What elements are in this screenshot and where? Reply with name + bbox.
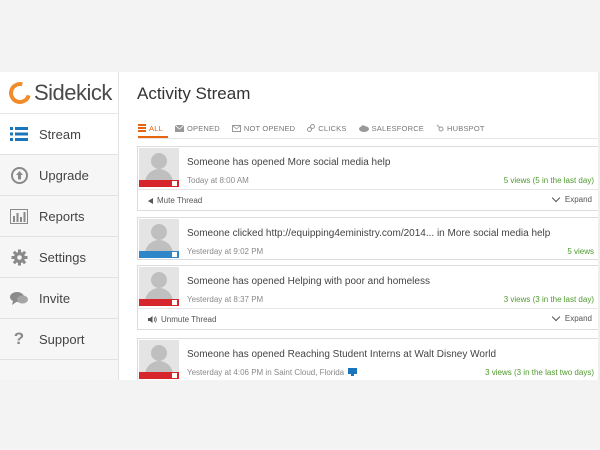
view-count: 3 views (3 in the last two days) (485, 368, 594, 377)
status-bar (139, 299, 179, 306)
envelope-icon (174, 124, 184, 132)
tab-label: CLICKS (318, 123, 347, 133)
event-text: Someone has opened Helping with poor and… (187, 276, 430, 287)
logo-text: Sidekick (34, 79, 112, 105)
tab-all[interactable]: ALL (138, 121, 163, 135)
tab-clicks[interactable]: CLICKS (307, 121, 346, 135)
sidebar-item-label: Settings (39, 249, 86, 265)
sidebar-item-label: Reports (39, 208, 85, 224)
event-actor: Someone (187, 276, 230, 287)
tab-label: OPENED (186, 123, 220, 133)
card-footer: Unmute Thread Expand (138, 308, 598, 328)
event-time: Yesterday at 4:06 PM in Saint Cloud, Flo… (187, 368, 358, 377)
tab-label: ALL (149, 123, 163, 133)
upgrade-icon (10, 166, 28, 184)
expand-label: Expand (564, 195, 592, 204)
unmute-thread-button[interactable]: Unmute Thread (148, 315, 216, 324)
stream-card: Someone clicked http://equipping4eminist… (137, 217, 599, 260)
view-count: 5 views (567, 247, 594, 256)
cloud-icon (358, 124, 369, 132)
event-time: Yesterday at 9:02 PM (187, 247, 264, 256)
mute-thread-button[interactable]: Mute Thread (148, 196, 202, 205)
link-icon (307, 124, 316, 132)
logo[interactable]: Sidekick (0, 72, 118, 114)
stream-card: Someone has opened More social media hel… (137, 146, 599, 211)
expand-label: Expand (564, 314, 592, 323)
sidekick-app: Sidekick Stream Upgrade Reports Settings (0, 72, 600, 380)
event-text: Someone has opened Reaching Student Inte… (187, 349, 496, 360)
page-title: Activity Stream (137, 84, 251, 103)
main-content: Activity Stream ALL OPENED NOT OPENED CL… (120, 72, 600, 380)
event-text: Someone has opened More social media hel… (187, 157, 390, 168)
tab-hubspot[interactable]: HUBSPOT (436, 121, 485, 135)
event-time-text: Yesterday at 4:06 PM in Saint Cloud, Flo… (187, 368, 345, 377)
caret-left-icon (148, 197, 153, 204)
event-actor: Someone (187, 157, 230, 168)
sidebar-item-label: Upgrade (39, 167, 89, 183)
sidebar-item-stream[interactable]: Stream (0, 114, 118, 155)
tab-label: SALESFORCE (371, 123, 425, 133)
gear-icon (10, 248, 28, 266)
event-action: has opened More social media help (229, 157, 391, 168)
desktop-icon (348, 368, 358, 376)
stream-card: Someone has opened Reaching Student Inte… (137, 338, 599, 380)
stream-card: Someone has opened Helping with poor and… (137, 265, 599, 330)
sidebar-item-upgrade[interactable]: Upgrade (0, 155, 118, 196)
event-time: Today at 8:00 AM (187, 176, 249, 185)
chevron-down-icon (551, 312, 561, 322)
event-action: has opened Helping with poor and homeles… (229, 276, 430, 287)
sidebar-item-label: Support (39, 331, 85, 347)
mute-label: Unmute Thread (161, 315, 217, 324)
expand-button[interactable]: Expand (551, 193, 592, 204)
sidebar-item-label: Invite (39, 290, 71, 306)
tab-label: NOT OPENED (243, 123, 296, 133)
envelope-outline-icon (231, 124, 241, 132)
sidebar-item-invite[interactable]: Invite (0, 278, 118, 319)
filter-tabs: ALL OPENED NOT OPENED CLICKS SALESFORCE … (138, 121, 485, 135)
question-icon: ? (13, 329, 25, 348)
sprocket-icon (436, 124, 444, 132)
event-action: has opened Reaching Student Interns at W… (229, 349, 497, 360)
event-time: Yesterday at 8:37 PM (187, 295, 264, 304)
view-count: 3 views (3 in the last day) (503, 295, 594, 304)
view-count: 5 views (5 in the last day) (503, 176, 594, 185)
speaker-icon (148, 316, 157, 323)
sidebar: Sidekick Stream Upgrade Reports Settings (0, 72, 119, 380)
tab-not-opened[interactable]: NOT OPENED (231, 121, 296, 135)
sidebar-item-reports[interactable]: Reports (0, 196, 118, 237)
sidebar-item-settings[interactable]: Settings (0, 237, 118, 278)
sidebar-item-label: Stream (39, 126, 81, 142)
event-actor: Someone (187, 228, 230, 239)
expand-button[interactable]: Expand (551, 312, 592, 323)
card-footer: Mute Thread Expand (138, 189, 598, 209)
tab-salesforce[interactable]: SALESFORCE (358, 121, 425, 135)
mute-label: Mute Thread (157, 196, 203, 205)
list-icon (10, 125, 28, 143)
tab-opened[interactable]: OPENED (174, 121, 220, 135)
event-action: clicked http://equipping4eministry.com/2… (229, 228, 551, 239)
chevron-down-icon (551, 193, 561, 203)
stack-icon (138, 124, 146, 132)
tab-divider (138, 138, 600, 139)
status-bar (139, 180, 179, 187)
status-bar (139, 251, 179, 258)
sidebar-item-support[interactable]: ? Support (0, 319, 118, 360)
status-bar (139, 372, 179, 379)
chat-icon (10, 289, 28, 307)
sidekick-logo-icon (4, 77, 36, 108)
bar-chart-icon (10, 207, 28, 225)
tab-label: HUBSPOT (447, 123, 485, 133)
active-tab-indicator (138, 136, 168, 138)
event-actor: Someone (187, 349, 230, 360)
event-text: Someone clicked http://equipping4eminist… (187, 228, 550, 239)
